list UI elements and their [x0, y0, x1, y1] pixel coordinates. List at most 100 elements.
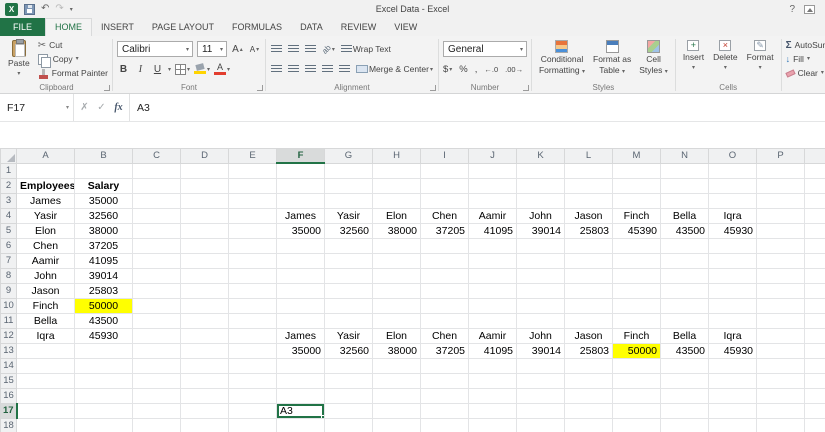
cell-L1[interactable]: [565, 163, 613, 178]
cell-I10[interactable]: [421, 298, 469, 313]
cell-G15[interactable]: [325, 373, 373, 388]
cell-D17[interactable]: [181, 403, 229, 418]
cell-D9[interactable]: [181, 283, 229, 298]
cell-N5[interactable]: 43500: [661, 223, 709, 238]
font-color-button[interactable]: A ▾: [214, 62, 230, 77]
cell-E16[interactable]: [229, 388, 277, 403]
cell-P11[interactable]: [757, 313, 805, 328]
cell-O14[interactable]: [709, 358, 757, 373]
cell-D8[interactable]: [181, 268, 229, 283]
cell-G11[interactable]: [325, 313, 373, 328]
column-header-P[interactable]: P: [757, 149, 805, 164]
cell-B4[interactable]: 32560: [75, 208, 133, 223]
cell-C3[interactable]: [133, 193, 181, 208]
cell-O6[interactable]: [709, 238, 757, 253]
cell-N10[interactable]: [661, 298, 709, 313]
cell-F10[interactable]: [277, 298, 325, 313]
cell-C9[interactable]: [133, 283, 181, 298]
name-box[interactable]: F17 ▾: [0, 94, 74, 121]
cell-P6[interactable]: [757, 238, 805, 253]
cell-A15[interactable]: [17, 373, 75, 388]
cell-P15[interactable]: [757, 373, 805, 388]
cell-N9[interactable]: [661, 283, 709, 298]
cell-E14[interactable]: [229, 358, 277, 373]
font-family-select[interactable]: Calibri ▾: [117, 41, 193, 57]
cell-D5[interactable]: [181, 223, 229, 238]
cell-J4[interactable]: Aamir: [469, 208, 517, 223]
cell-A6[interactable]: Chen: [17, 238, 75, 253]
cell-N14[interactable]: [661, 358, 709, 373]
cell-M9[interactable]: [613, 283, 661, 298]
cell-M17[interactable]: [613, 403, 661, 418]
cell-E2[interactable]: [229, 178, 277, 193]
cell-C11[interactable]: [133, 313, 181, 328]
cell-I8[interactable]: [421, 268, 469, 283]
cell-L11[interactable]: [565, 313, 613, 328]
cell-F3[interactable]: [277, 193, 325, 208]
cell-H6[interactable]: [373, 238, 421, 253]
cell-P5[interactable]: [757, 223, 805, 238]
cell-P17[interactable]: [757, 403, 805, 418]
font-size-select[interactable]: 11 ▾: [197, 41, 227, 57]
tab-formulas[interactable]: FORMULAS: [223, 18, 291, 36]
decrease-indent-button[interactable]: [321, 64, 334, 74]
copy-button[interactable]: Copy ▾: [38, 53, 108, 66]
cell-F17[interactable]: A3: [277, 403, 325, 418]
cell-J11[interactable]: [469, 313, 517, 328]
cell-O8[interactable]: [709, 268, 757, 283]
row-header-3[interactable]: 3: [1, 193, 17, 208]
cell-K13[interactable]: 39014: [517, 343, 565, 358]
cell-I16[interactable]: [421, 388, 469, 403]
cell-E8[interactable]: [229, 268, 277, 283]
row-header-15[interactable]: 15: [1, 373, 17, 388]
cell-G13[interactable]: 32560: [325, 343, 373, 358]
format-as-table-button[interactable]: Format as Table ▾: [590, 39, 634, 78]
cell-L9[interactable]: [565, 283, 613, 298]
cell-L4[interactable]: Jason: [565, 208, 613, 223]
cell-G6[interactable]: [325, 238, 373, 253]
cell-I12[interactable]: Chen: [421, 328, 469, 343]
cell-I17[interactable]: [421, 403, 469, 418]
cell-G18[interactable]: [325, 418, 373, 432]
cell-P7[interactable]: [757, 253, 805, 268]
cell-P4[interactable]: [757, 208, 805, 223]
cell-P3[interactable]: [757, 193, 805, 208]
italic-button[interactable]: I: [134, 62, 147, 77]
column-header-N[interactable]: N: [661, 149, 709, 164]
align-left-button[interactable]: [270, 64, 283, 74]
underline-button[interactable]: U: [151, 62, 164, 77]
cell-B9[interactable]: 25803: [75, 283, 133, 298]
cell-L8[interactable]: [565, 268, 613, 283]
cell-E12[interactable]: [229, 328, 277, 343]
cell-H4[interactable]: Elon: [373, 208, 421, 223]
cell-O17[interactable]: [709, 403, 757, 418]
cell-K14[interactable]: [517, 358, 565, 373]
cell-G10[interactable]: [325, 298, 373, 313]
cell-C14[interactable]: [133, 358, 181, 373]
cell-F13[interactable]: 35000: [277, 343, 325, 358]
cell-C2[interactable]: [133, 178, 181, 193]
cell-G16[interactable]: [325, 388, 373, 403]
cell-N3[interactable]: [661, 193, 709, 208]
cell-G7[interactable]: [325, 253, 373, 268]
cell-F5[interactable]: 35000: [277, 223, 325, 238]
cell-O1[interactable]: [709, 163, 757, 178]
cell-I7[interactable]: [421, 253, 469, 268]
cell-O9[interactable]: [709, 283, 757, 298]
cell-I9[interactable]: [421, 283, 469, 298]
row-header-6[interactable]: 6: [1, 238, 17, 253]
cell-I14[interactable]: [421, 358, 469, 373]
cell-E15[interactable]: [229, 373, 277, 388]
cell-K11[interactable]: [517, 313, 565, 328]
cell-N12[interactable]: Bella: [661, 328, 709, 343]
align-bottom-button[interactable]: [304, 44, 317, 54]
fill-color-button[interactable]: ▾: [194, 62, 210, 77]
cell-B18[interactable]: [75, 418, 133, 432]
cell-I11[interactable]: [421, 313, 469, 328]
cell-M14[interactable]: [613, 358, 661, 373]
save-icon[interactable]: [24, 4, 35, 15]
cell-E18[interactable]: [229, 418, 277, 432]
cell-I2[interactable]: [421, 178, 469, 193]
cell-L2[interactable]: [565, 178, 613, 193]
column-header-E[interactable]: E: [229, 149, 277, 164]
